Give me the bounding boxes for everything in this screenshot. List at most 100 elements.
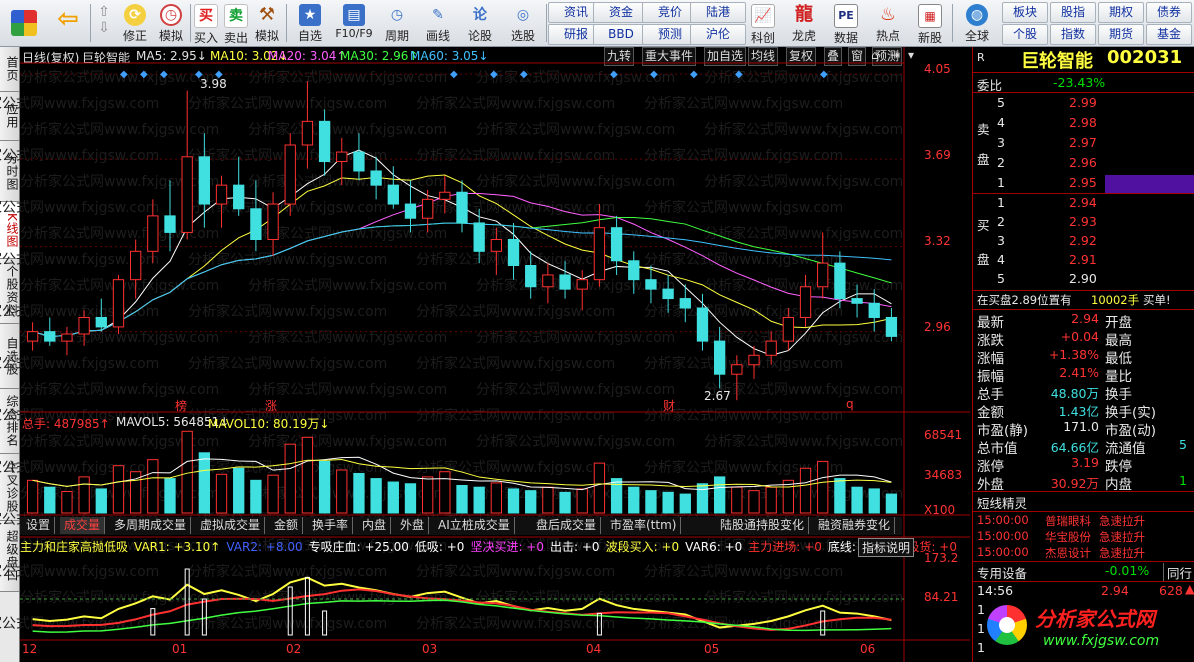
tick-row: 1 — [977, 621, 985, 636]
event-marker[interactable]: 榜 — [175, 397, 187, 414]
hotspot-button[interactable]: ♨ 热点 — [870, 2, 906, 44]
stat-label: 量比 — [1105, 369, 1132, 385]
funds-button[interactable]: 基金 — [1146, 24, 1192, 45]
fund-flow-button[interactable]: 资金 — [593, 2, 649, 23]
candle-body — [78, 316, 90, 335]
buy-price[interactable]: 2.93 — [1069, 214, 1097, 229]
sell-price[interactable]: 2.98 — [1069, 115, 1097, 130]
indicator-tab[interactable]: 多周期成交量 — [110, 517, 192, 534]
peer-tab[interactable]: 同行 — [1163, 563, 1192, 582]
sell-price[interactable]: 2.95 — [1069, 175, 1097, 190]
hk-connect-button[interactable]: 陆港 — [690, 2, 746, 23]
candle-body — [301, 120, 314, 146]
indicator-tab[interactable]: 融资融券变化 — [814, 517, 896, 534]
indicator-tab[interactable]: 设置 — [22, 517, 56, 534]
global-button[interactable]: ◍ 全球 — [956, 2, 998, 44]
sell-price[interactable]: 2.99 — [1069, 95, 1097, 110]
weibi-value: -23.43% — [1053, 75, 1106, 90]
data-button[interactable]: PE 数据 — [828, 2, 864, 45]
event-marker[interactable]: 涨 — [265, 397, 277, 414]
buy-button[interactable]: 买 买入 — [192, 2, 220, 45]
period-button[interactable]: ◷ 周期 — [378, 2, 416, 44]
date-axis-label: 03 — [422, 642, 438, 656]
event-marker[interactable]: q — [846, 397, 854, 411]
futures-button[interactable]: 期货 — [1098, 24, 1144, 45]
position-tag: 买单! — [1143, 293, 1171, 307]
indicator-tab[interactable]: 陆股通持股变化 — [716, 517, 810, 534]
bonds-button[interactable]: 债券 — [1146, 2, 1192, 23]
sell-button[interactable]: 卖 卖出 — [222, 2, 250, 45]
indicator-tab[interactable]: 内盘 — [358, 517, 392, 534]
indicator-tab[interactable]: 换手率 — [308, 517, 354, 534]
fix-button[interactable]: ⟳ 修正 — [118, 2, 152, 44]
candle-body — [817, 262, 829, 288]
app-grid-button[interactable] — [4, 2, 44, 44]
chart-canvas[interactable]: ◆ ◆ ◆ ◆ ◆ ◆ ◆ ◆ ◆ ◆ ◆ ◆ ◆ — [20, 47, 970, 662]
london-connect-button[interactable]: 沪伦 — [690, 24, 746, 45]
indicator-tab[interactable]: 成交量 — [60, 517, 106, 534]
simulate-button[interactable]: ◷ 模拟 — [154, 2, 188, 44]
volume-bar — [353, 472, 365, 514]
indicator-value: VAR6: +0 — [685, 540, 743, 554]
indicator-tab[interactable]: 外盘 — [396, 517, 430, 534]
volume-bar — [95, 488, 107, 514]
event-marker[interactable]: 财 — [663, 397, 675, 414]
tick-row: 1 — [977, 602, 985, 617]
stock-picker-button[interactable]: ◎ 选股 — [502, 2, 544, 44]
draw-line-button[interactable]: ✎ 画线 — [418, 2, 458, 44]
index-futures-button[interactable]: 股指 — [1050, 2, 1096, 23]
ipo-button[interactable]: ▦ 新股 — [912, 2, 948, 45]
date-axis-label: 01 — [172, 642, 188, 656]
volume-bar — [507, 488, 520, 514]
back-button[interactable]: ⇦ — [48, 2, 88, 44]
neipan-value: 1 — [1179, 473, 1187, 488]
simulate-trade-button[interactable]: ⚒ 模拟 — [252, 2, 282, 44]
buy-level: 5 — [997, 271, 1005, 286]
position-qty: 10002手 — [1091, 293, 1140, 307]
sell-price[interactable]: 2.96 — [1069, 155, 1097, 170]
ma60-line — [32, 222, 892, 337]
candle-body — [731, 364, 743, 375]
indicator-tab[interactable]: 市盈率(ttm) — [606, 517, 682, 534]
indicator-tab[interactable]: 虚拟成交量 — [196, 517, 266, 534]
page-up-button[interactable]: ⇧ ⇩ — [92, 2, 116, 44]
sector-button[interactable]: 板块 — [1002, 2, 1048, 23]
dragon-tiger-button[interactable]: 龍 龙虎 — [786, 2, 822, 44]
indicator-tab[interactable]: 盘后成交量 — [532, 517, 602, 534]
elf-stock[interactable]: 普瑞眼科 — [1045, 513, 1091, 529]
watchlist-button[interactable]: ★ 自选 — [290, 2, 330, 44]
buy-price[interactable]: 2.92 — [1069, 233, 1097, 248]
sell-level: 1 — [997, 175, 1005, 190]
bbd-button[interactable]: BBD — [593, 24, 649, 45]
indicator-value: 低吸: +0 — [414, 540, 465, 554]
candle-body — [233, 184, 245, 210]
tab-home[interactable]: 首页 — [0, 47, 19, 92]
options-button[interactable]: 期权 — [1098, 2, 1144, 23]
indices-button[interactable]: 指数 — [1050, 24, 1096, 45]
sell-side-label: 卖 — [977, 122, 990, 137]
sell-price[interactable]: 2.97 — [1069, 135, 1097, 150]
candle-body — [439, 191, 451, 200]
elf-stock[interactable]: 华宝股份 — [1045, 529, 1091, 545]
stocks-button[interactable]: 个股 — [1002, 24, 1048, 45]
indicator-bar — [820, 610, 826, 636]
tab-super-level[interactable]: 超级盘口 — [0, 521, 19, 592]
quote-panel: R 巨轮智能 002031 委比 -23.43% 卖 盘 5 2.99 4 2.98 3… — [972, 47, 1194, 662]
brand-logo: 分析家公式网 www.fxjgsw.com — [985, 599, 1193, 659]
candle-body — [250, 208, 262, 240]
indicator-help-button[interactable]: 指标说明 — [858, 538, 915, 557]
indicator-tab[interactable]: 金额 — [270, 517, 304, 534]
buy-price[interactable]: 2.90 — [1069, 271, 1097, 286]
volume-axis-label: 68541 — [924, 428, 963, 442]
buy-price[interactable]: 2.94 — [1069, 195, 1097, 210]
volume-axis-label: X100 — [924, 503, 956, 517]
candle-body — [593, 227, 606, 281]
stock-title: 巨轮智能 — [1021, 51, 1093, 72]
buy-price[interactable]: 2.91 — [1069, 252, 1097, 267]
event-diamond-icon: ◆ — [450, 69, 458, 80]
indicator-tab[interactable]: AI立桩成交量 — [434, 517, 515, 534]
f10-button[interactable]: ▤ F10/F9 — [332, 2, 376, 44]
elf-stock[interactable]: 杰恩设计 — [1045, 545, 1091, 561]
star-market-button[interactable]: 📈 科创 — [746, 2, 780, 45]
forum-button[interactable]: 论 论股 — [460, 2, 500, 44]
